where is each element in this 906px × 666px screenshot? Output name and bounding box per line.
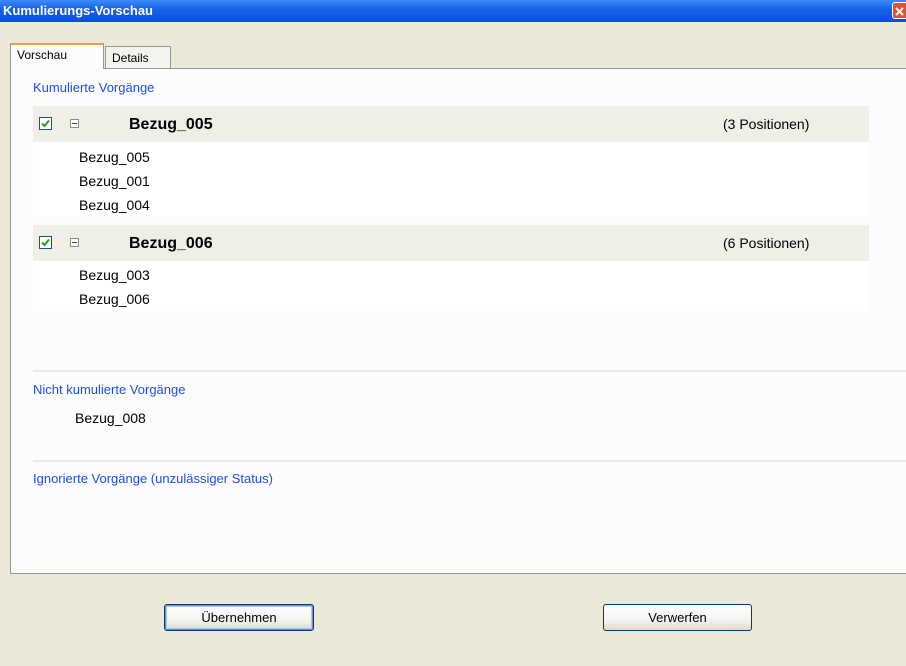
group-title: Bezug_006 [129, 235, 213, 252]
group-position-count: (3 Positionen) [723, 116, 810, 132]
tab-vorschau[interactable]: Vorschau [10, 43, 104, 69]
group-items: Bezug_003 Bezug_006 [33, 261, 869, 311]
tab-details[interactable]: Details [105, 46, 171, 69]
collapse-minus-icon[interactable] [70, 238, 79, 247]
checkbox-checked-icon [41, 119, 50, 128]
not-cumulated-section-label: Nicht kumulierte Vorgänge [33, 382, 186, 397]
preview-panel: Kumulierte Vorgänge Bezug_005 (3 Positio… [10, 68, 906, 574]
ignored-section-label: Ignorierte Vorgänge (unzulässiger Status… [33, 471, 273, 486]
collapse-minus-icon[interactable] [70, 119, 79, 128]
window-title: Kumulierungs-Vorschau [3, 3, 154, 18]
group-position-count: (6 Positionen) [723, 235, 810, 251]
group-checkbox[interactable] [39, 236, 52, 249]
group-header[interactable]: Bezug_006 (6 Positionen) [33, 225, 869, 261]
list-item: Bezug_001 [79, 173, 150, 189]
list-item: Bezug_003 [79, 267, 150, 283]
section-divider [33, 370, 906, 372]
footer-divider [10, 573, 906, 574]
list-item: Bezug_004 [79, 197, 150, 213]
group-header[interactable]: Bezug_005 (3 Positionen) [33, 106, 869, 142]
group-items: Bezug_005 Bezug_001 Bezug_004 [33, 142, 869, 216]
group-title: Bezug_005 [129, 116, 213, 133]
list-item: Bezug_006 [79, 291, 150, 307]
list-item: Bezug_005 [79, 149, 150, 165]
group-checkbox[interactable] [39, 117, 52, 130]
list-item: Bezug_008 [75, 410, 146, 426]
section-divider [33, 460, 906, 462]
checkbox-checked-icon [41, 238, 50, 247]
cumulated-section-label: Kumulierte Vorgänge [33, 80, 155, 95]
title-bar: Kumulierungs-Vorschau [0, 0, 906, 22]
apply-button[interactable]: Übernehmen [164, 604, 314, 631]
close-icon [895, 7, 904, 16]
discard-button[interactable]: Verwerfen [603, 604, 752, 631]
close-button[interactable] [892, 2, 906, 19]
